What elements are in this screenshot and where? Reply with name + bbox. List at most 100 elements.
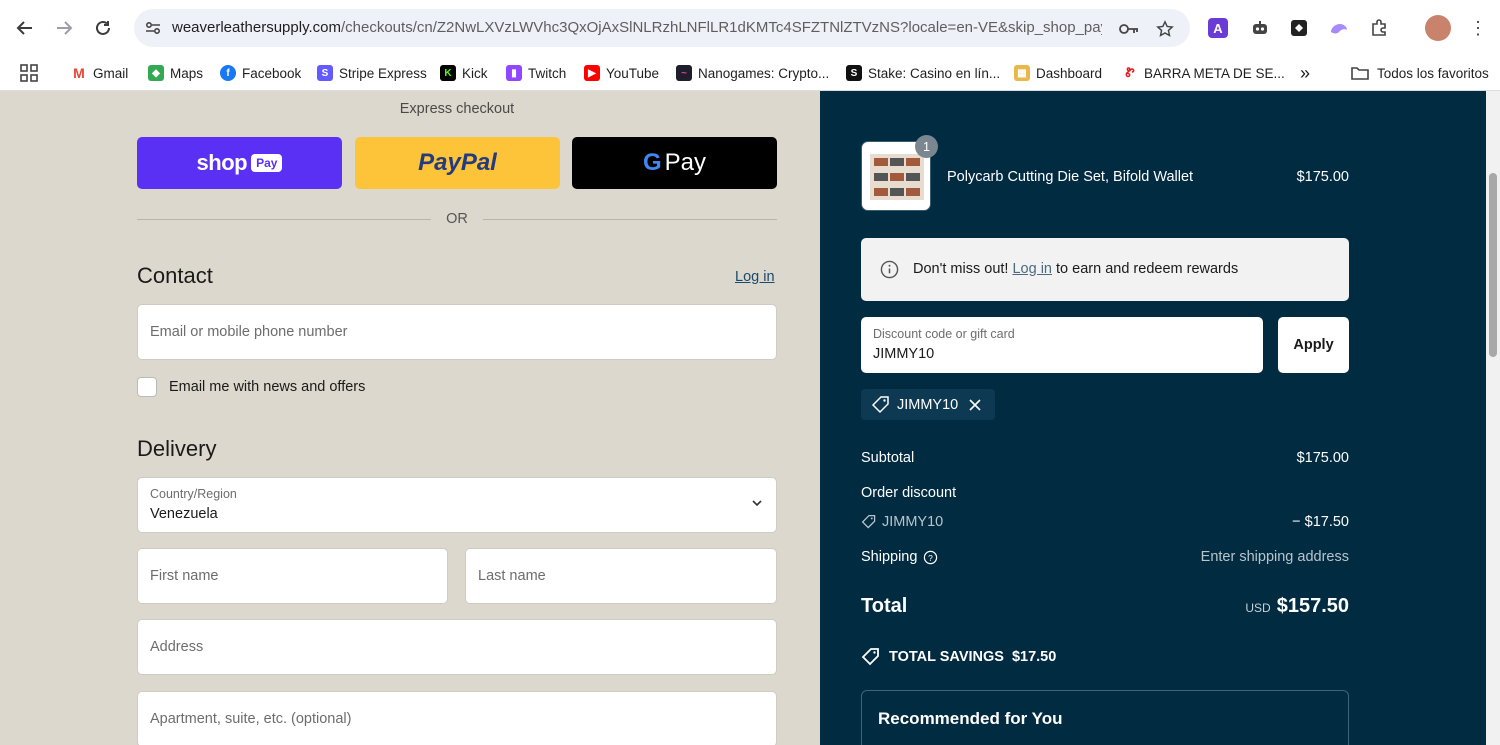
recommended-title: Recommended for You [878, 709, 1063, 728]
discount-amount: − $17.50 [1292, 514, 1349, 530]
bookmark-label: Dashboard [1036, 65, 1103, 81]
dashboard-icon: ▦ [1014, 65, 1030, 81]
site-settings-icon[interactable] [144, 19, 162, 37]
bookmark-twitch[interactable]: ▮ Twitch [506, 60, 566, 86]
all-bookmarks-label: Todos los favoritos [1377, 65, 1489, 81]
total-currency: USD [1245, 601, 1271, 615]
total-value-group: USD $157.50 [1120, 595, 1349, 618]
url-text: weaverleathersupply.com/checkouts/cn/Z2N… [172, 19, 1102, 36]
newsletter-checkbox[interactable] [137, 377, 157, 397]
bookmark-star-icon[interactable] [1154, 18, 1176, 40]
bookmark-kick[interactable]: K Kick [440, 60, 488, 86]
apps-grid-icon[interactable] [20, 60, 38, 86]
discount-code-input[interactable]: Discount code or gift card JIMMY10 [861, 317, 1263, 373]
tag-icon [861, 514, 876, 529]
bookmark-label: Nanogames: Crypto... [698, 65, 830, 81]
savings-value: $17.50 [1011, 649, 1057, 665]
discount-value: JIMMY10 [873, 346, 935, 362]
log-in-link[interactable]: Log in [735, 269, 775, 285]
folder-icon [1351, 66, 1369, 80]
extension-square-icon[interactable] [1287, 16, 1311, 40]
forward-icon[interactable] [50, 14, 78, 42]
bookmark-gmail[interactable]: M Gmail [71, 60, 128, 86]
bookmark-nanogames[interactable]: ~ Nanogames: Crypto... [676, 60, 829, 86]
first-name-placeholder: First name [150, 568, 219, 584]
extension-robot-icon[interactable] [1248, 16, 1272, 40]
bookmark-label: Facebook [242, 65, 302, 81]
bookmark-label: Kick [462, 65, 488, 81]
savings-tag-icon [861, 648, 879, 666]
country-select[interactable]: Country/Region Venezuela [137, 477, 777, 533]
scrollbar[interactable] [1486, 91, 1500, 745]
profile-avatar[interactable] [1425, 15, 1451, 41]
email-placeholder: Email or mobile phone number [150, 324, 348, 340]
google-pay-button[interactable]: G Pay [572, 137, 777, 189]
quantity-badge: 1 [915, 135, 938, 158]
twitch-icon: ▮ [506, 65, 522, 81]
extensions-puzzle-icon[interactable] [1367, 16, 1391, 40]
shop-pay-badge: Pay [251, 154, 283, 172]
bookmark-stake[interactable]: S Stake: Casino en lín... [846, 60, 1000, 86]
bookmark-maps[interactable]: ◆ Maps [148, 60, 203, 86]
total-label: Total [861, 595, 908, 617]
first-name-field[interactable]: First name [137, 548, 448, 604]
kick-icon: K [440, 65, 456, 81]
extension-a-icon[interactable]: A [1208, 18, 1228, 38]
bookmark-label: Stripe Express [339, 65, 427, 81]
password-key-icon[interactable] [1118, 18, 1140, 40]
url-path: /checkouts/cn/Z2NwLXVzLWVhc3QxOjAxSlNLRz… [340, 19, 1102, 36]
bookmark-label: Stake: Casino en lín... [868, 65, 1001, 81]
shop-pay-button[interactable]: shop Pay [137, 137, 342, 189]
shipping-value: Enter shipping address [1200, 549, 1349, 565]
bookmark-facebook[interactable]: f Facebook [220, 60, 301, 86]
bookmark-barra-meta[interactable]: Ꮡ BARRA META DE SE... [1122, 60, 1285, 86]
browser-toolbar: weaverleathersupply.com/checkouts/cn/Z2N… [0, 0, 1500, 56]
address-bar[interactable]: weaverleathersupply.com/checkouts/cn/Z2N… [134, 9, 1190, 47]
shop-pay-logo: shop [196, 150, 248, 175]
tag-icon [871, 395, 889, 413]
bookmark-stripe-express[interactable]: S Stripe Express [317, 60, 427, 86]
address-field[interactable]: Address [137, 619, 777, 675]
youtube-icon: ▶ [584, 65, 600, 81]
paypal-button[interactable]: PayPal [355, 137, 560, 189]
scrollbar-thumb[interactable] [1489, 173, 1497, 357]
applied-discount-chip: JIMMY10 [861, 389, 995, 420]
country-label: Country/Region [150, 487, 237, 501]
express-checkout-title: Express checkout [399, 101, 515, 117]
email-field[interactable]: Email or mobile phone number [137, 304, 777, 360]
all-bookmarks-folder[interactable]: Todos los favoritos [1351, 60, 1489, 86]
rewards-log-in-link[interactable]: Log in [1012, 261, 1052, 277]
shipping-row: Shipping ? [861, 549, 938, 565]
info-icon [880, 260, 899, 279]
divider-left [137, 219, 431, 220]
maps-icon: ◆ [148, 65, 164, 81]
apply-button[interactable]: Apply [1278, 317, 1349, 373]
apartment-placeholder: Apartment, suite, etc. (optional) [150, 711, 352, 727]
divider-right [483, 219, 777, 220]
checkout-form-panel: Express checkout shop Pay PayPal G Pay O… [0, 91, 820, 745]
back-icon[interactable] [11, 14, 39, 42]
paypal-logo: PayPal [418, 149, 497, 176]
bookmark-label: Maps [170, 65, 204, 81]
order-discount-label: Order discount [861, 485, 957, 501]
reload-icon[interactable] [89, 14, 117, 42]
help-icon[interactable]: ? [923, 550, 938, 565]
google-pay-label: Pay [664, 149, 707, 176]
more-bookmarks-icon[interactable]: » [1300, 60, 1310, 86]
remove-discount-icon[interactable] [968, 398, 982, 412]
savings-label: TOTAL SAVINGS [889, 649, 1004, 665]
bookmark-label: Twitch [528, 65, 567, 81]
last-name-field[interactable]: Last name [465, 548, 777, 604]
stripe-icon: S [317, 65, 333, 81]
bookmark-label: Gmail [93, 65, 129, 81]
bookmark-label: BARRA META DE SE... [1144, 65, 1285, 81]
bookmark-youtube[interactable]: ▶ YouTube [584, 60, 659, 86]
extension-cloud-icon[interactable] [1327, 16, 1351, 40]
apartment-field[interactable]: Apartment, suite, etc. (optional) [137, 691, 777, 745]
contact-heading: Contact [137, 263, 213, 288]
bookmark-dashboard[interactable]: ▦ Dashboard [1014, 60, 1102, 86]
more-menu-icon[interactable]: ⋮ [1466, 16, 1490, 40]
subtotal-value: $175.00 [1296, 450, 1349, 466]
subtotal-label: Subtotal [861, 450, 915, 466]
discount-label: Discount code or gift card [873, 327, 1015, 341]
